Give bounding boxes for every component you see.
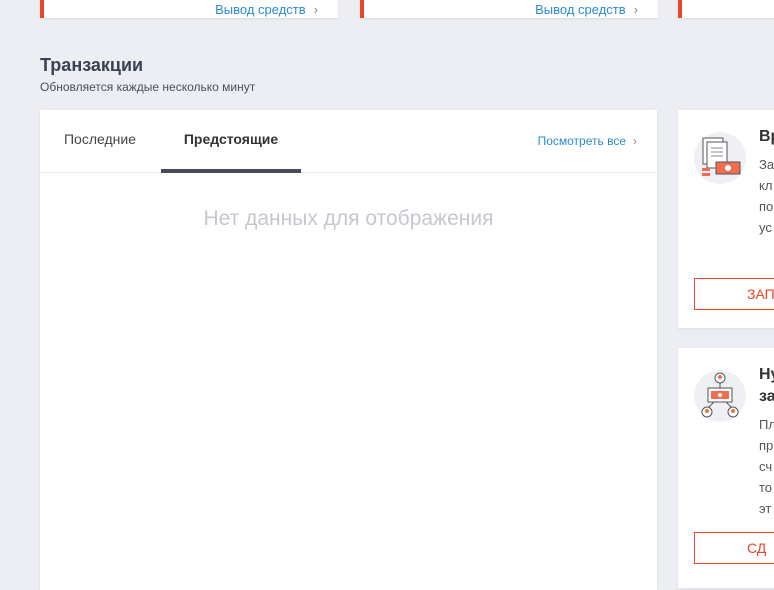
promo-line: кл <box>759 178 773 193</box>
promo-line: пр <box>759 438 774 453</box>
tab-recent[interactable]: Последние <box>40 110 160 172</box>
promo-title: Ну <box>759 366 774 383</box>
network-transfer-icon <box>694 370 746 422</box>
withdraw-card-1: Вывод средств › <box>40 0 338 18</box>
promo-title: Вр <box>759 128 774 145</box>
active-tab-indicator <box>161 169 301 173</box>
promo-line: Пл <box>759 417 774 432</box>
promo-card-1: Вр За кл по ус ЗАП <box>678 110 774 328</box>
promo-title: за <box>759 388 774 405</box>
chevron-right-icon: › <box>633 134 637 148</box>
tab-upcoming[interactable]: Предстоящие <box>161 110 301 173</box>
promo-line: то <box>759 480 773 495</box>
promo-button[interactable]: ЗАП <box>694 278 774 310</box>
accent-stripe <box>40 0 44 18</box>
withdraw-link-label: Вывод средств <box>535 2 626 17</box>
promo-line: ус <box>759 220 772 235</box>
empty-state-message: Нет данных для отображения <box>203 207 494 230</box>
chevron-right-icon: › <box>633 2 638 17</box>
promo-line: эт <box>759 501 772 516</box>
chevron-right-icon: › <box>313 2 318 17</box>
tab-upcoming-label: Предстоящие <box>183 131 279 147</box>
transactions-subtitle: Обновляется каждые несколько минут <box>40 80 256 94</box>
view-all-link[interactable]: Посмотреть все › <box>538 134 637 148</box>
documents-money-icon <box>694 132 746 184</box>
withdraw-link[interactable]: Вывод средств › <box>215 2 318 18</box>
promo-line: За <box>759 157 774 172</box>
view-all-label: Посмотреть все <box>537 134 626 148</box>
withdraw-link[interactable]: Вывод средств › <box>535 2 638 18</box>
withdraw-card-2: Вывод средств › <box>360 0 658 18</box>
promo-card-2: Ну за Пл пр сч то эт СД <box>678 348 774 588</box>
transactions-tabs: Последние Предстоящие Посмотреть все › <box>40 110 657 173</box>
promo-button[interactable]: СД <box>694 532 774 564</box>
accent-stripe <box>678 0 682 18</box>
transactions-title: Транзакции <box>40 55 144 75</box>
accent-stripe <box>360 0 364 18</box>
transactions-card: Последние Предстоящие Посмотреть все › Не… <box>40 110 657 590</box>
withdraw-link-label: Вывод средств <box>215 2 306 17</box>
top-card-3 <box>678 0 774 18</box>
promo-line: сч <box>759 459 773 474</box>
promo-line: по <box>759 199 774 214</box>
